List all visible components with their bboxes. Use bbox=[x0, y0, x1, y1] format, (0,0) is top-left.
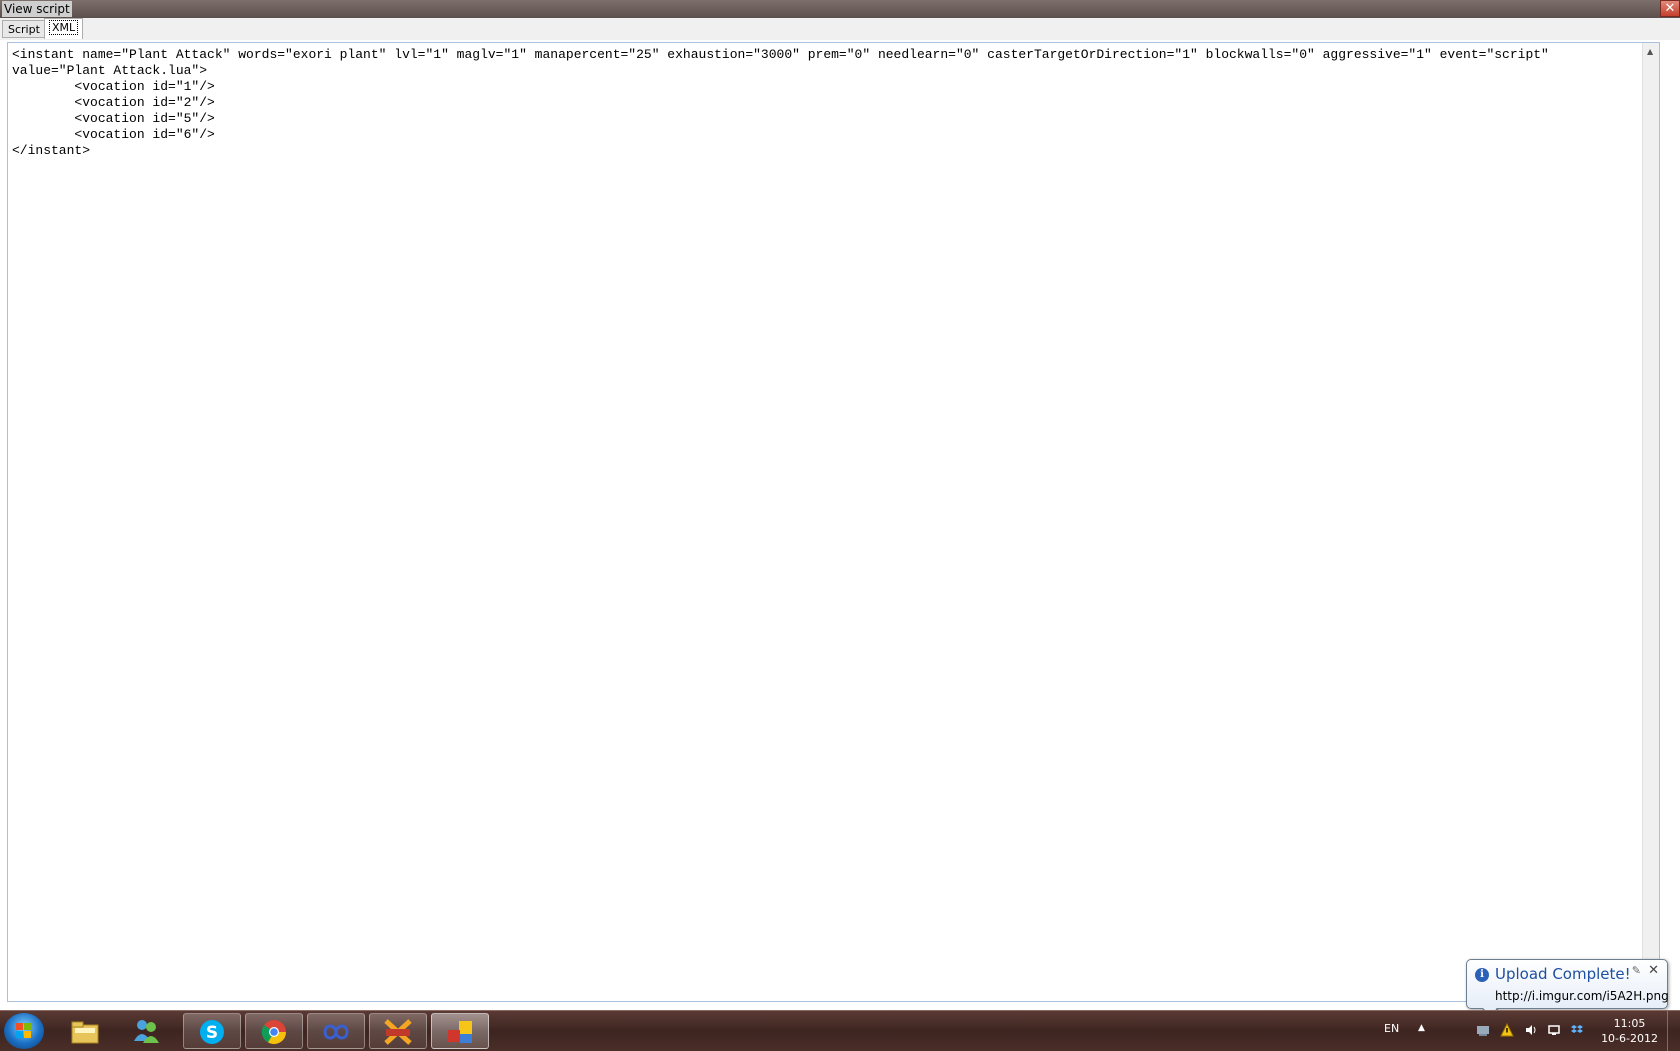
code-line: <vocation id="5"/> bbox=[12, 111, 215, 126]
notification-close-icon[interactable]: ✕ bbox=[1648, 963, 1659, 978]
system-tray: EN ▲ 11:05 10-6-2012 bbox=[1380, 1011, 1680, 1051]
code-line: value="Plant Attack.lua"> bbox=[12, 63, 208, 78]
language-indicator[interactable]: EN bbox=[1384, 1022, 1399, 1035]
clock-time: 11:05 bbox=[1613, 1017, 1646, 1030]
messenger-icon bbox=[134, 1020, 159, 1043]
window-titlebar[interactable]: View script ✕ bbox=[0, 0, 1680, 18]
clock-date: 10-6-2012 bbox=[1601, 1032, 1658, 1045]
window-app-icon bbox=[448, 1021, 472, 1043]
show-hidden-icons-arrow-icon[interactable]: ▲ bbox=[1418, 1023, 1425, 1033]
upload-notification-balloon[interactable]: i Upload Complete! ✎ ✕ http://i.imgur.co… bbox=[1466, 959, 1669, 1019]
start-button[interactable] bbox=[4, 1013, 44, 1049]
taskbar-skype-button[interactable]: S bbox=[183, 1013, 241, 1049]
code-line: </instant> bbox=[12, 143, 91, 158]
xml-text-editor[interactable]: <instant name="Plant Attack" words="exor… bbox=[7, 42, 1660, 1002]
code-line: <instant name="Plant Attack" words="exor… bbox=[12, 47, 1549, 62]
volume-icon[interactable] bbox=[1524, 1023, 1538, 1037]
notification-options-icon[interactable]: ✎ bbox=[1632, 964, 1641, 977]
taskbar-window-app-button[interactable] bbox=[431, 1013, 489, 1049]
tab-script-label: Script bbox=[8, 23, 40, 36]
notification-title: Upload Complete! bbox=[1495, 965, 1631, 983]
code-line: <vocation id="2"/> bbox=[12, 95, 215, 110]
taskbar-messenger-button[interactable] bbox=[118, 1013, 176, 1049]
window-title: View script bbox=[2, 1, 72, 17]
taskbar-infinity-app-button[interactable] bbox=[307, 1013, 365, 1049]
tab-xml[interactable]: XML bbox=[44, 18, 84, 39]
taskbar-explorer-button[interactable] bbox=[57, 1013, 115, 1049]
skype-icon: S bbox=[200, 1020, 224, 1044]
dropbox-icon[interactable] bbox=[1570, 1023, 1584, 1037]
show-desktop-button[interactable] bbox=[1667, 1011, 1680, 1051]
windows-flag-icon bbox=[16, 1023, 32, 1039]
scroll-up-arrow-icon[interactable]: ▲ bbox=[1647, 47, 1653, 56]
clock[interactable]: 11:05 10-6-2012 bbox=[1601, 1016, 1658, 1046]
notification-url[interactable]: http://i.imgur.com/i5A2H.png bbox=[1495, 989, 1669, 1003]
code-line: <vocation id="6"/> bbox=[12, 127, 215, 142]
taskbar-chat-app-button[interactable] bbox=[369, 1013, 427, 1049]
chat-app-icon bbox=[384, 1019, 412, 1045]
network-icon[interactable] bbox=[1476, 1023, 1490, 1037]
tab-xml-label: XML bbox=[48, 20, 79, 35]
windows-explorer-icon bbox=[71, 1021, 99, 1044]
tab-bar: Script XML bbox=[0, 18, 1680, 40]
action-center-icon[interactable] bbox=[1547, 1023, 1561, 1037]
warning-icon[interactable] bbox=[1500, 1023, 1514, 1037]
taskbar: S EN ▲ 11:05 10-6-2012 bbox=[0, 1010, 1680, 1051]
vertical-scrollbar[interactable]: ▲ bbox=[1642, 43, 1659, 1001]
window-close-button[interactable]: ✕ bbox=[1660, 0, 1680, 17]
tab-script[interactable]: Script bbox=[2, 20, 46, 38]
info-icon: i bbox=[1475, 968, 1489, 982]
svg-text:S: S bbox=[206, 1023, 218, 1043]
xml-code: <instant name="Plant Attack" words="exor… bbox=[12, 47, 1549, 159]
infinity-app-icon bbox=[323, 1024, 349, 1040]
taskbar-chrome-button[interactable] bbox=[245, 1013, 303, 1049]
code-line: <vocation id="1"/> bbox=[12, 79, 215, 94]
chrome-icon bbox=[261, 1020, 286, 1045]
